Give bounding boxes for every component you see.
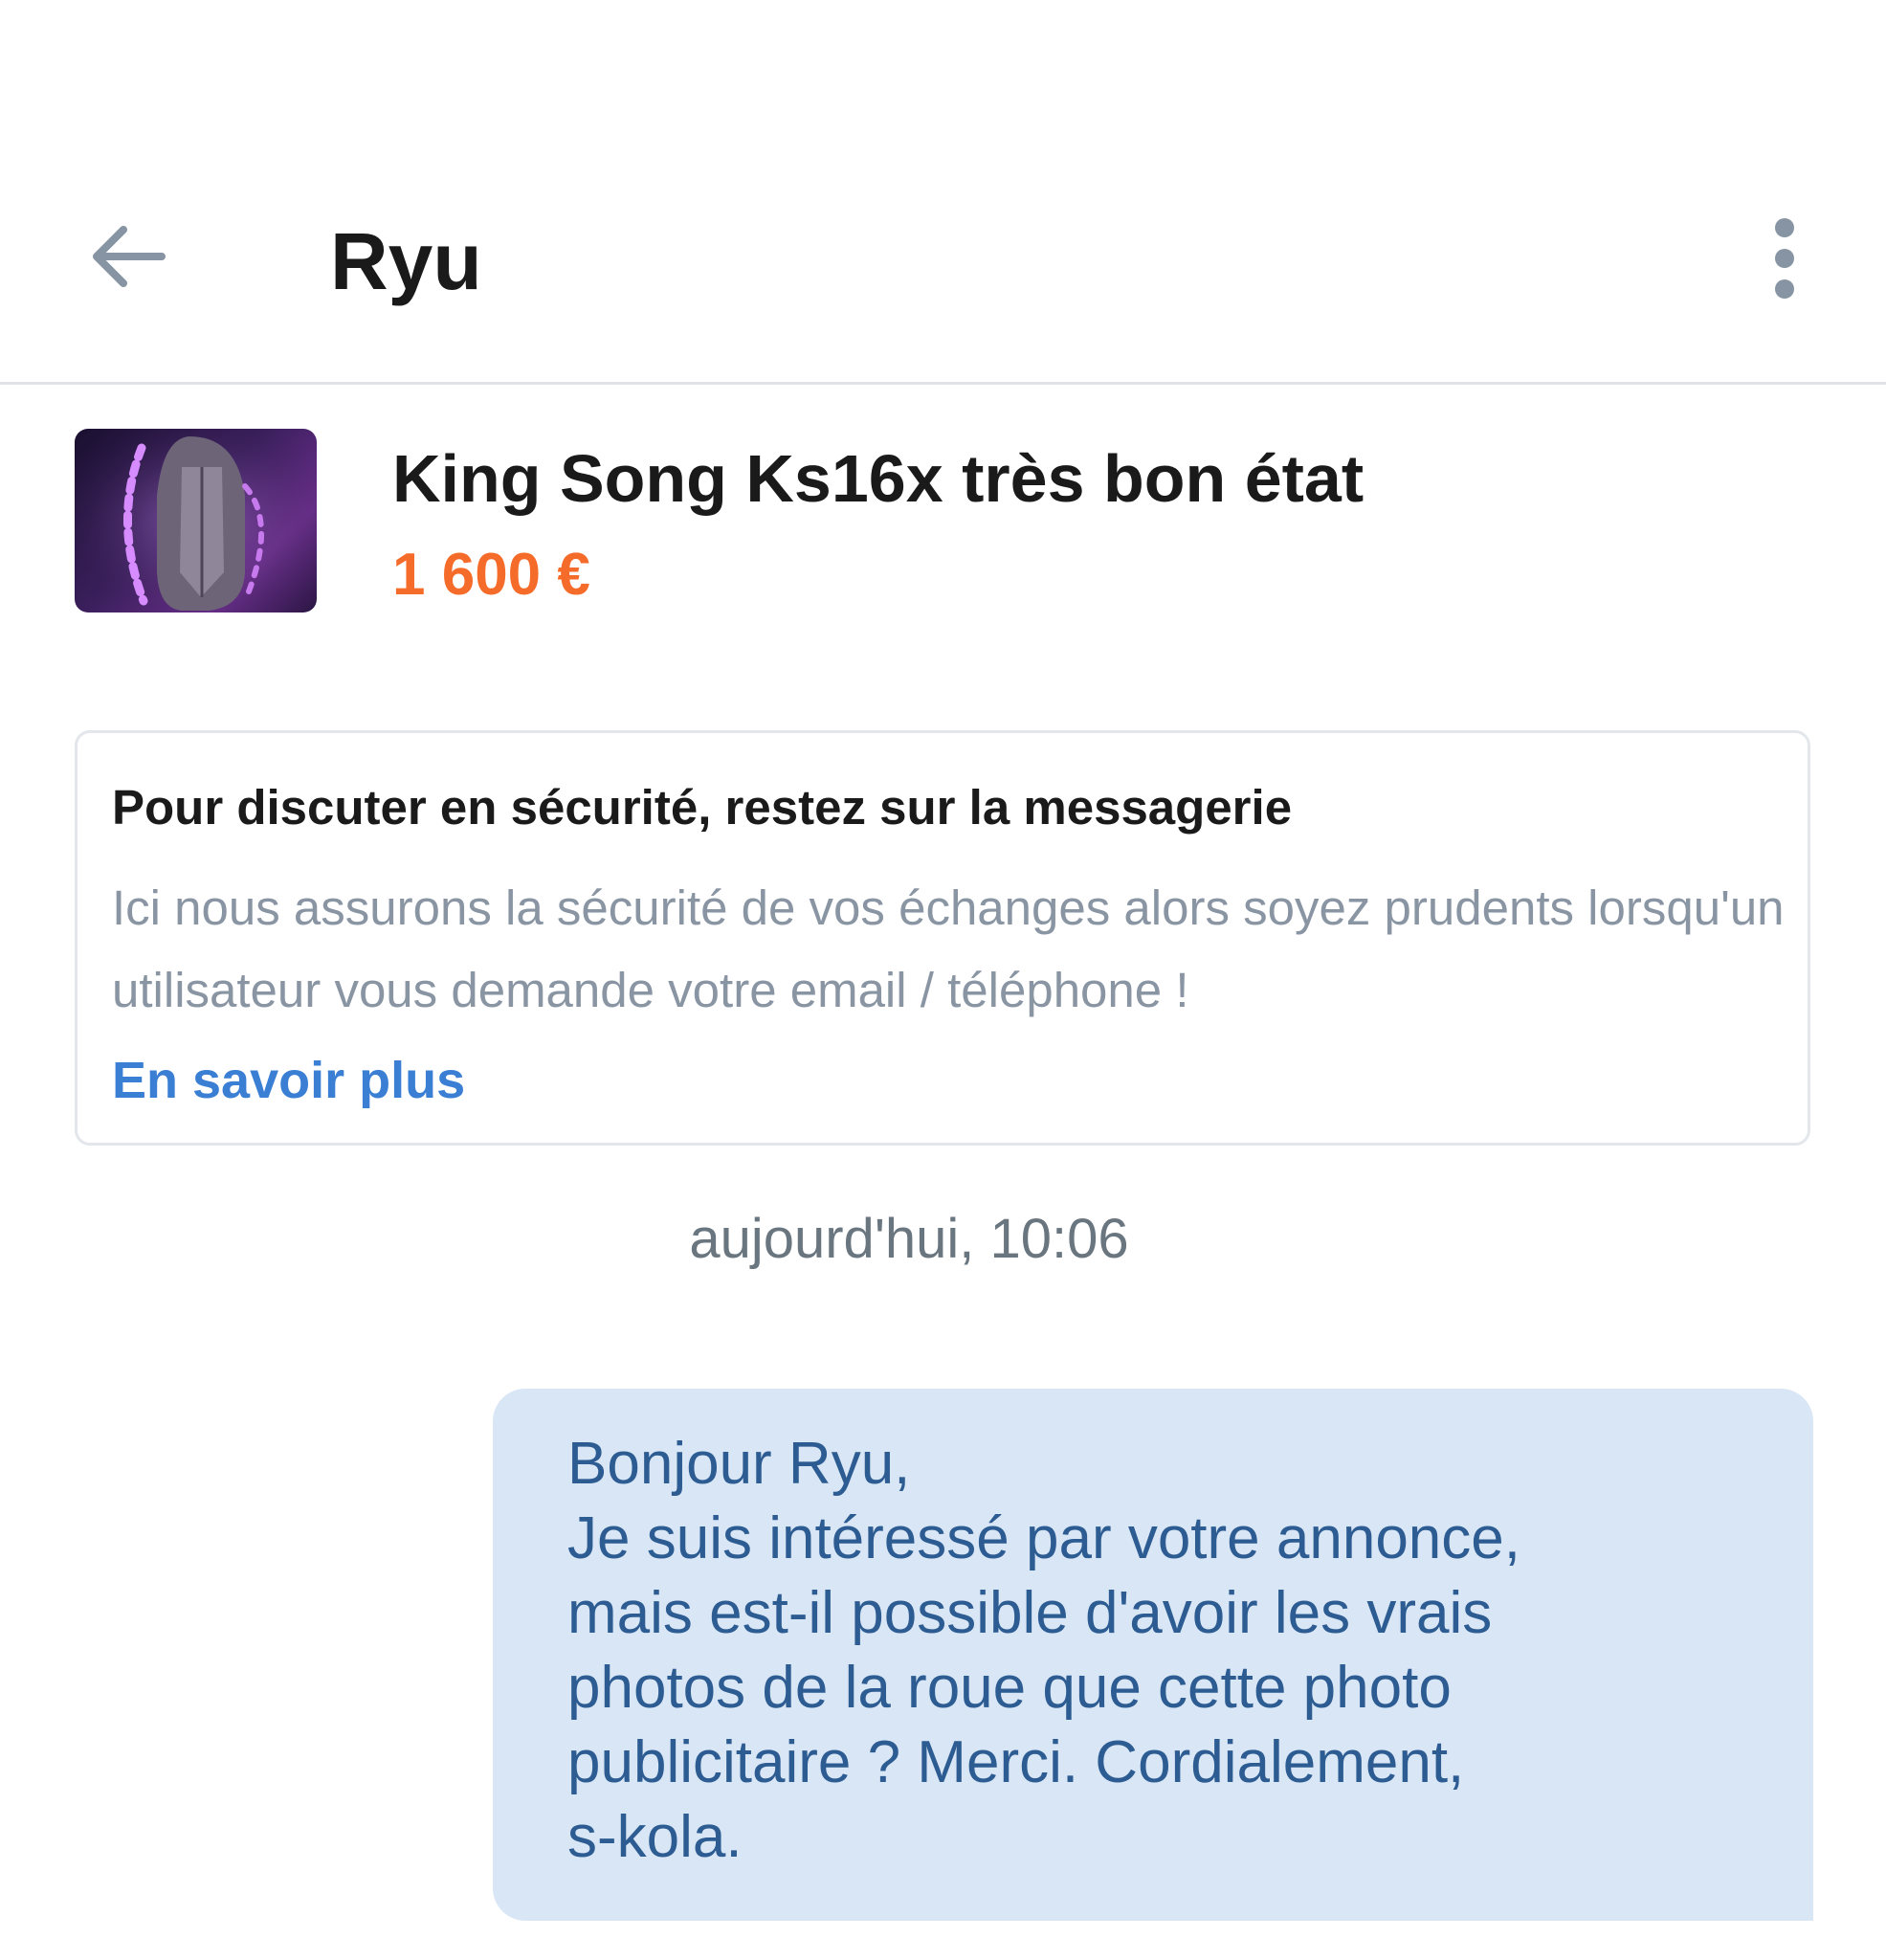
app-header: Ryu xyxy=(0,0,1886,385)
conversation-screen: Ryu King Song Ks16x très bon état 1 600 … xyxy=(0,0,1886,1960)
monowheel-image xyxy=(75,429,317,612)
learn-more-link[interactable]: En savoir plus xyxy=(112,1049,465,1112)
back-button[interactable] xyxy=(75,209,180,304)
listing-price: 1 600 € xyxy=(392,542,590,608)
listing-thumbnail xyxy=(75,429,317,612)
notice-title: Pour discuter en sécurité, restez sur la… xyxy=(112,780,1293,835)
more-vertical-icon xyxy=(1775,218,1794,299)
page-title: Ryu xyxy=(330,216,482,306)
listing-title: King Song Ks16x très bon état xyxy=(392,441,1365,516)
message-timestamp: aujourd'hui, 10:06 xyxy=(689,1208,1129,1270)
arrow-left-icon xyxy=(93,226,166,287)
listing-summary[interactable]: King Song Ks16x très bon état 1 600 € xyxy=(75,429,1816,615)
message-text: Bonjour Ryu, Je suis intéressé par votre… xyxy=(567,1431,1520,1870)
more-options-button[interactable] xyxy=(1751,211,1818,306)
message-bubble: Bonjour Ryu, Je suis intéressé par votre… xyxy=(493,1389,1813,1921)
safety-notice: Pour discuter en sécurité, restez sur la… xyxy=(75,730,1810,1146)
notice-body: Ici nous assurons la sécurité de vos éch… xyxy=(112,880,1785,1017)
